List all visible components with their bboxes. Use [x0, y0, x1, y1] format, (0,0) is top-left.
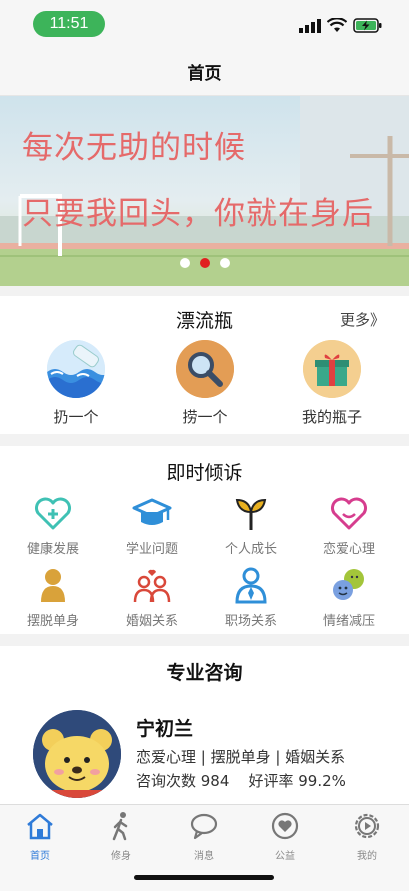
drift-bottle-section: 漂流瓶 更多》 扔一个 捞一个 我的瓶子	[0, 296, 409, 434]
talk-item-label: 婚姻关系	[125, 614, 178, 629]
my-bottles-label: 我的瓶子	[301, 408, 362, 426]
consultation-section: 专业咨询 宁初兰 恋爱心理 | 摆脱单身 | 婚姻关系 咨询次数 984 好评率…	[0, 646, 409, 804]
carousel-dot[interactable]	[219, 258, 230, 268]
business-person-icon	[235, 567, 267, 604]
battery-charging-icon	[353, 18, 382, 33]
tab-home[interactable]: 首页	[10, 811, 70, 862]
gift-box-icon	[303, 340, 361, 398]
tab-charity[interactable]: 公益	[255, 811, 315, 862]
tab-label: 首页	[30, 851, 50, 862]
status-icons	[299, 18, 383, 33]
chat-bubble-icon	[190, 813, 218, 840]
avatar[interactable]	[33, 710, 121, 798]
heart-plus-icon	[35, 497, 71, 530]
signal-icon	[299, 18, 321, 33]
page-title: 首页	[187, 64, 222, 84]
carousel-dot[interactable]	[179, 258, 190, 268]
consultation-title: 专业咨询	[166, 662, 243, 684]
carousel-dots[interactable]	[0, 258, 409, 268]
talk-item-study[interactable]: 学业问题	[107, 494, 197, 557]
smile-heart-icon	[331, 497, 367, 530]
carousel-dot-active[interactable]	[199, 258, 210, 268]
status-time: 11:51	[33, 11, 105, 37]
counselor-name[interactable]: 宁初兰	[136, 714, 193, 741]
counselor-tags: 恋爱心理 | 摆脱单身 | 婚姻关系	[136, 748, 346, 766]
graduation-cap-icon	[132, 498, 172, 525]
talk-item-label: 职场关系	[224, 614, 277, 629]
tab-messages[interactable]: 消息	[174, 811, 234, 862]
tab-cultivate[interactable]: 修身	[91, 811, 151, 862]
bear-avatar-icon	[33, 710, 121, 798]
talk-item-label: 学业问题	[125, 542, 178, 557]
home-indicator	[134, 875, 274, 880]
talk-item-health[interactable]: 健康发展	[8, 494, 98, 557]
catch-bottle-button[interactable]: 捞一个	[160, 340, 250, 427]
status-bar: 11:51	[0, 0, 409, 48]
talk-item-love[interactable]: 恋爱心理	[304, 494, 394, 557]
tab-label: 修身	[111, 851, 131, 862]
bottle-wave-icon	[47, 340, 105, 398]
talk-item-label: 摆脱单身	[26, 614, 79, 629]
my-bottles-button[interactable]: 我的瓶子	[287, 340, 377, 427]
instant-talk-title: 即时倾诉	[166, 462, 243, 484]
gear-icon	[354, 813, 380, 839]
talk-item-growth[interactable]: 个人成长	[206, 494, 296, 557]
emoji-faces-icon	[333, 569, 364, 600]
throw-bottle-button[interactable]: 扔一个	[31, 340, 121, 427]
talk-item-workplace[interactable]: 职场关系	[206, 566, 296, 629]
catch-bottle-label: 捞一个	[182, 408, 228, 426]
tab-label: 消息	[194, 851, 214, 862]
single-person-icon	[41, 569, 65, 602]
talk-item-label: 恋爱心理	[322, 542, 375, 557]
tab-label: 公益	[275, 851, 295, 862]
banner-text-line2: 只要我回头，你就在身后	[22, 196, 374, 232]
tab-profile[interactable]: 我的	[337, 811, 397, 862]
couple-icon	[133, 569, 171, 603]
wifi-icon	[327, 18, 347, 32]
instant-talk-section: 即时倾诉 健康发展 学业问题 个人成长 恋爱心理 摆脱单身 婚姻关系 职场关系 …	[0, 446, 409, 634]
banner-carousel[interactable]: 每次无助的时候 只要我回头，你就在身后	[0, 96, 409, 286]
tab-label: 我的	[357, 851, 377, 862]
talk-item-marriage[interactable]: 婚姻关系	[107, 566, 197, 629]
magnifier-icon	[176, 340, 234, 398]
heart-badge-icon	[271, 812, 299, 840]
talk-item-label: 情绪减压	[322, 614, 375, 629]
sprout-icon	[235, 498, 267, 530]
talk-item-stress[interactable]: 情绪减压	[304, 566, 394, 629]
throw-bottle-label: 扔一个	[53, 408, 99, 426]
counselor-stats: 咨询次数 984 好评率 99.2%	[136, 772, 346, 790]
banner-text-line1: 每次无助的时候	[22, 130, 246, 166]
walking-person-icon	[112, 812, 128, 841]
more-link[interactable]: 更多》	[340, 309, 385, 330]
nav-bar: 首页	[0, 48, 409, 96]
talk-item-single[interactable]: 摆脱单身	[8, 566, 98, 629]
talk-item-label: 健康发展	[26, 542, 79, 557]
home-icon	[27, 813, 53, 840]
talk-item-label: 个人成长	[224, 542, 277, 557]
